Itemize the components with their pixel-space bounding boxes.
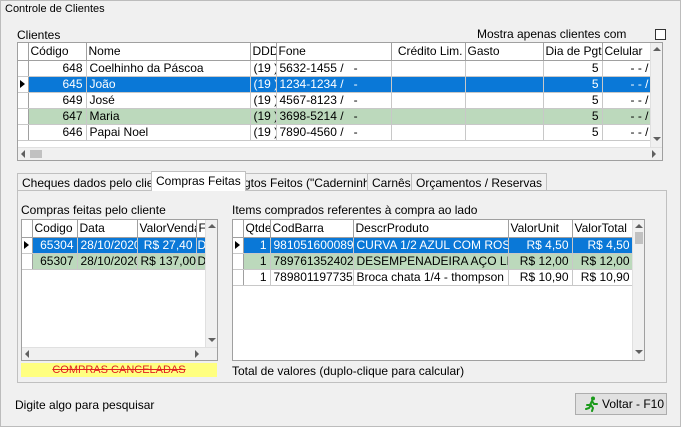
col-fone[interactable]: Fone [276, 43, 392, 61]
pending-filter-checkbox[interactable] [655, 29, 666, 40]
col-data[interactable]: Data [77, 220, 138, 238]
col-celular[interactable]: Celular [602, 43, 653, 61]
clients-label: Clientes [17, 28, 61, 42]
scroll-up-icon[interactable] [653, 47, 661, 51]
purchases-label: Compras feitas pelo cliente [21, 203, 166, 217]
col-gasto[interactable]: Gasto [465, 43, 544, 61]
scroll-up-icon[interactable] [208, 224, 216, 228]
items-header-row: Qtde CodBarra DescrProduto ValorUnit Val… [233, 220, 634, 238]
hscroll-thumb[interactable] [30, 150, 42, 158]
arrow-right-icon [20, 80, 26, 88]
items-label: Items comprados referentes à compra ao l… [232, 203, 478, 217]
tab-orcamentos[interactable]: Orçamentos / Reservas [411, 173, 548, 191]
table-row[interactable]: 65304 28/10/2020 R$ 27,40 D [22, 237, 207, 254]
clients-grid[interactable]: Código Nome DDD Fone Crédito Lim. Gasto … [17, 42, 663, 161]
table-row[interactable]: 65307 28/10/2020 R$ 137,00 D [22, 253, 207, 270]
table-row[interactable]: 1 9810516000897 CURVA 1/2 AZUL COM ROSCA… [233, 237, 634, 254]
col-cod-barra[interactable]: CodBarra [270, 220, 354, 238]
items-vscroll[interactable] [632, 220, 644, 360]
table-row[interactable]: 647 Maria (19 ) 3698-5214 / - 5 - - / [18, 108, 653, 125]
table-row[interactable]: 1 7897613524022 DESEMPENADEIRA AÇO LISA … [233, 253, 634, 270]
purchases-vscroll[interactable] [205, 220, 217, 347]
items-grid[interactable]: Qtde CodBarra DescrProduto ValorUnit Val… [232, 219, 645, 361]
purchases-header-row: Codigo Data ValorVenda F [22, 220, 207, 238]
scroll-right-icon[interactable] [652, 150, 656, 158]
scroll-down-icon[interactable] [208, 338, 216, 342]
scroll-left-icon[interactable] [25, 350, 29, 358]
col-qtde[interactable]: Qtde [243, 220, 271, 238]
table-row[interactable]: 646 Papai Noel (19 ) 7890-4560 / - 5 - -… [18, 124, 653, 141]
col-nome[interactable]: Nome [86, 43, 251, 61]
table-row[interactable]: 1 7898011977359 Broca chata 1/4 - thomps… [233, 269, 634, 286]
back-button[interactable]: Voltar - F10 [575, 393, 667, 415]
window-title: Controle de Clientes [5, 3, 105, 15]
table-row[interactable]: 645 João (19 ) 1234-1234 / - 5 - - / [18, 76, 653, 93]
clients-header-row: Código Nome DDD Fone Crédito Lim. Gasto … [18, 43, 653, 61]
col-codigo[interactable]: Código [28, 43, 87, 61]
search-hint: Digite algo para pesquisar [15, 398, 155, 412]
purchases-grid[interactable]: Codigo Data ValorVenda F 65304 28/10/202… [21, 219, 218, 361]
canceled-purchases-link[interactable]: COMPRAS CANCELADAS [21, 363, 217, 377]
tab-pgtos[interactable]: Pgtos Feitos ("Caderninho") [231, 173, 390, 191]
col-dia-pgto[interactable]: Dia de Pgto. [543, 43, 603, 61]
tab-compras[interactable]: Compras Feitas [151, 171, 246, 191]
col-valor-venda[interactable]: ValorVenda [137, 220, 197, 238]
col-descr-produto[interactable]: DescrProduto [353, 220, 509, 238]
scroll-down-icon[interactable] [653, 137, 661, 141]
col-ddd[interactable]: DDD [250, 43, 277, 61]
scroll-down-icon[interactable] [635, 350, 643, 354]
arrow-right-icon [235, 241, 241, 249]
arrow-right-icon [24, 241, 30, 249]
main-window: Controle de Clientes Clientes Mostra ape… [0, 0, 681, 427]
table-row[interactable]: 648 Coelhinho da Páscoa (19 ) 5632-1455 … [18, 60, 653, 77]
vscroll-thumb[interactable] [635, 232, 643, 244]
purchases-hscroll[interactable] [22, 347, 217, 360]
col-credito[interactable]: Crédito Lim. [391, 43, 466, 61]
running-man-icon [585, 396, 599, 418]
total-values-label[interactable]: Total de valores (duplo-clique para calc… [232, 364, 464, 378]
clients-vscroll[interactable] [650, 43, 662, 147]
back-button-label: Voltar - F10 [602, 397, 665, 411]
scroll-left-icon[interactable] [21, 150, 25, 158]
col-codigo[interactable]: Codigo [32, 220, 78, 238]
table-row[interactable]: 649 José (19 ) 4567-8123 / - 5 - - / [18, 92, 653, 109]
col-valor-total[interactable]: ValorTotal [572, 220, 634, 238]
col-valor-unit[interactable]: ValorUnit [508, 220, 573, 238]
scroll-right-icon[interactable] [195, 350, 199, 358]
scroll-up-icon[interactable] [635, 224, 643, 228]
clients-hscroll[interactable] [18, 147, 662, 160]
tab-carnes[interactable]: Carnês [367, 173, 416, 191]
